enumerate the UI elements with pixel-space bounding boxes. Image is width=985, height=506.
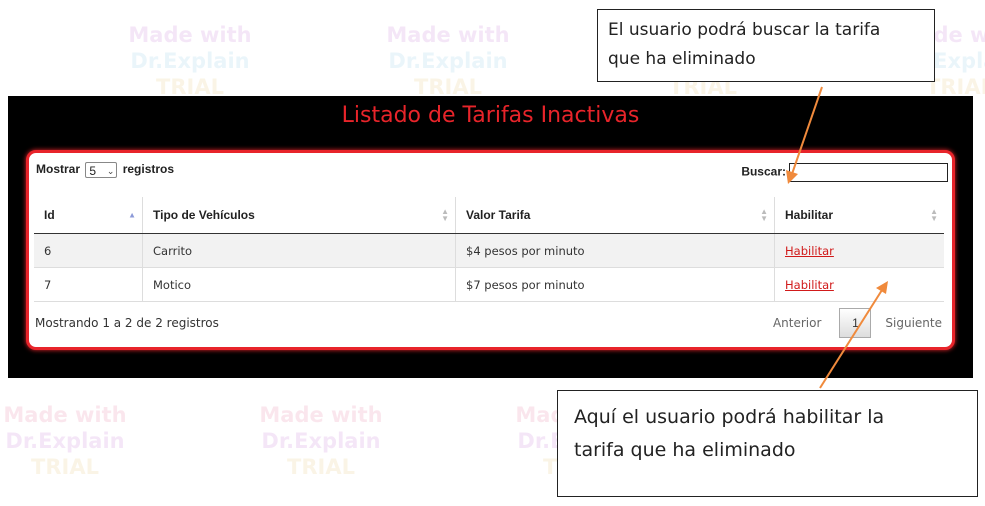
column-header-habilitar[interactable]: Habilitar ▲ ▼ bbox=[774, 197, 944, 234]
page-1-button[interactable]: 1 bbox=[839, 308, 872, 338]
cell-tipo: Motico bbox=[142, 267, 456, 302]
cell-valor: $7 pesos por minuto bbox=[455, 267, 775, 302]
pagination: Anterior 1 Siguiente bbox=[773, 308, 942, 338]
callout-text-line: tarifa que ha eliminado bbox=[574, 439, 796, 461]
sort-icon: ▲ ▼ bbox=[930, 207, 938, 223]
search-input[interactable] bbox=[789, 163, 948, 182]
sort-asc-icon: ▲ bbox=[128, 210, 136, 220]
table-info: Mostrando 1 a 2 de 2 registros bbox=[35, 316, 219, 330]
cell-habilitar: Habilitar bbox=[774, 233, 944, 268]
search-callout: El usuario podrá buscar la tarifa que ha… bbox=[597, 9, 935, 82]
table-row: 7 Motico $7 pesos por minuto Habilitar bbox=[34, 267, 944, 302]
watermark: Made withDr.ExplainTRIAL bbox=[3, 403, 127, 479]
callout-text-line: Aquí el usuario podrá habilitar la bbox=[574, 406, 885, 428]
column-header-valor[interactable]: Valor Tarifa ▲ ▼ bbox=[455, 197, 775, 234]
cell-valor: $4 pesos por minuto bbox=[455, 233, 775, 268]
search-box: Buscar: bbox=[741, 163, 948, 182]
watermark: Made withDr.ExplainTRIAL bbox=[386, 23, 510, 99]
watermark: Made withDr.ExplainTRIAL bbox=[128, 23, 252, 99]
habilitar-link[interactable]: Habilitar bbox=[785, 244, 834, 258]
sort-icon: ▲ ▼ bbox=[441, 207, 449, 223]
app-window: Listado de Tarifas Inactivas Mostrar 5 ⌄ … bbox=[8, 96, 973, 378]
page-size-select[interactable]: 5 ⌄ bbox=[85, 162, 118, 178]
enable-callout: Aquí el usuario podrá habilitar la tarif… bbox=[557, 390, 978, 497]
watermark: Made withDr.ExplainTRIAL bbox=[259, 403, 383, 479]
table-card: Mostrar 5 ⌄ registros Buscar: Id ▲ Tipo de… bbox=[26, 150, 955, 350]
sort-icon: ▲ ▼ bbox=[760, 207, 768, 223]
column-header-tipo[interactable]: Tipo de Vehículos ▲ ▼ bbox=[142, 197, 456, 234]
length-suffix: registros bbox=[122, 162, 175, 177]
table-row: 6 Carrito $4 pesos por minuto Habilitar bbox=[34, 233, 944, 268]
callout-text-line: que ha eliminado bbox=[608, 49, 756, 69]
cell-habilitar: Habilitar bbox=[774, 267, 944, 302]
next-button[interactable]: Siguiente bbox=[885, 316, 942, 330]
page-size-value: 5 bbox=[89, 164, 97, 178]
cell-id: 7 bbox=[34, 267, 143, 302]
page-title: Listado de Tarifas Inactivas bbox=[341, 103, 640, 128]
cell-id: 6 bbox=[34, 233, 143, 268]
chevron-down-icon: ⌄ bbox=[106, 166, 115, 176]
search-label: Buscar: bbox=[741, 164, 786, 179]
callout-text-line: El usuario podrá buscar la tarifa bbox=[608, 20, 881, 40]
rates-table: Id ▲ Tipo de Vehículos ▲ ▼ Valor Tarifa ▲ ▼ H… bbox=[34, 197, 944, 302]
length-prefix: Mostrar bbox=[36, 162, 81, 177]
table-header-row: Id ▲ Tipo de Vehículos ▲ ▼ Valor Tarifa ▲ ▼ H… bbox=[34, 197, 944, 234]
length-menu: Mostrar 5 ⌄ registros bbox=[36, 162, 174, 178]
habilitar-link[interactable]: Habilitar bbox=[785, 278, 834, 292]
previous-button[interactable]: Anterior bbox=[773, 316, 821, 330]
cell-tipo: Carrito bbox=[142, 233, 456, 268]
column-header-id[interactable]: Id ▲ bbox=[34, 197, 143, 234]
